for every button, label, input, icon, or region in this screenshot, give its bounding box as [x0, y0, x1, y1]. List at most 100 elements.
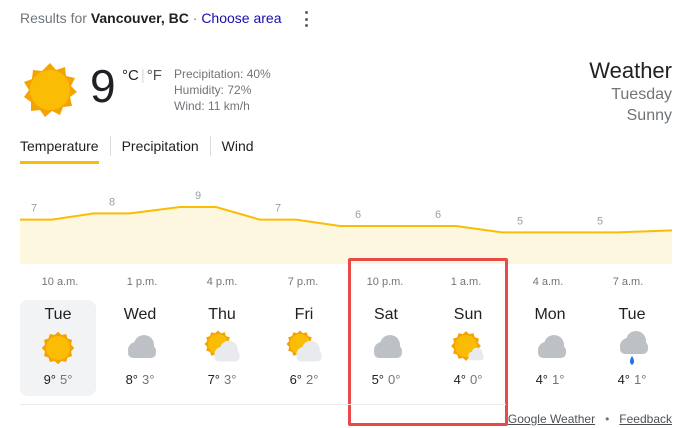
current-condition: Sunny — [626, 107, 672, 124]
feedback-link[interactable]: Feedback — [619, 412, 672, 426]
low-temp: 0° — [388, 372, 401, 387]
sun-icon — [41, 331, 75, 365]
high-temp: 4° — [535, 372, 548, 387]
celsius-unit[interactable]: °C — [122, 67, 139, 84]
hour-label: 10 a.m. — [41, 276, 79, 288]
precipitation-detail: Precipitation: 40% — [174, 67, 271, 81]
results-for-line: Results for Vancouver, BC · Choose area — [20, 10, 281, 26]
day-temps: 9° 5° — [20, 372, 96, 387]
cloud-icon — [538, 335, 566, 358]
wind-detail: Wind: 11 km/h — [174, 99, 250, 113]
day-sat[interactable]: Sat 5° 0° — [348, 300, 424, 396]
day-name: Tue — [618, 306, 646, 323]
tab-wind[interactable]: Wind — [222, 134, 254, 164]
location-name: Vancouver, BC — [90, 10, 189, 26]
high-temp: 4° — [453, 372, 466, 387]
hour-label: 7 a.m. — [612, 276, 644, 288]
mostly-sunny-icon — [451, 331, 484, 361]
chart-value-label: 7 — [31, 203, 37, 215]
day-temps: 4° 1° — [594, 372, 670, 387]
partly-cloudy-icon — [204, 330, 240, 362]
day-fri[interactable]: Fri 6° 2° — [266, 300, 342, 396]
temperature-chart[interactable]: 7 8 9 7 6 6 5 5 — [0, 178, 680, 268]
chart-value-label: 6 — [355, 209, 361, 221]
chart-value-label: 5 — [597, 215, 603, 227]
day-temps: 5° 0° — [348, 372, 424, 387]
chart-value-label: 8 — [109, 196, 115, 208]
divider — [20, 404, 506, 405]
humidity-detail: Humidity: 72% — [174, 83, 252, 97]
low-temp: 5° — [60, 372, 73, 387]
hour-label: 10 p.m. — [366, 276, 404, 288]
day-name: Thu — [208, 306, 236, 323]
day-temps: 6° 2° — [266, 372, 342, 387]
low-temp: 1° — [552, 372, 565, 387]
high-temp: 4° — [617, 372, 630, 387]
hour-label: 7 p.m. — [287, 276, 319, 288]
weather-summary: Weather Tuesday Sunny — [589, 58, 672, 126]
results-prefix: Results for — [20, 10, 87, 26]
hour-labels: 10 a.m. 1 p.m. 4 p.m. 7 p.m. 10 p.m. 1 a.m. 4 … — [0, 276, 680, 292]
footer: Google Weather • Feedback — [508, 412, 672, 426]
high-temp: 7° — [207, 372, 220, 387]
day-temps: 8° 3° — [102, 372, 178, 387]
tab-divider — [109, 136, 111, 156]
weather-details: Precipitation: 40% Humidity: 72% Wind: 1… — [174, 66, 271, 114]
choose-area-link[interactable]: Choose area — [201, 10, 281, 26]
tab-precipitation[interactable]: Precipitation — [122, 134, 199, 164]
day-thu[interactable]: Thu 7° 3° — [184, 300, 260, 396]
high-temp: 9° — [43, 372, 56, 387]
chart-value-label: 7 — [275, 203, 281, 215]
day-mon[interactable]: Mon 4° 1° — [512, 300, 588, 396]
day-temps: 4° 0° — [430, 372, 506, 387]
temperature-chart-svg: 7 8 9 7 6 6 5 5 — [20, 190, 673, 264]
current-day: Tuesday — [611, 86, 672, 103]
day-temps: 4° 1° — [512, 372, 588, 387]
partly-cloudy-icon — [286, 330, 322, 362]
day-tue[interactable]: Tue 9° 5° — [20, 300, 96, 396]
day-temps: 7° 3° — [184, 372, 260, 387]
day-tue[interactable]: Tue 4° 1° — [594, 300, 670, 396]
google-weather-link[interactable]: Google Weather — [508, 412, 595, 426]
chart-value-label: 5 — [517, 215, 523, 227]
cloud-icon — [128, 335, 156, 358]
more-options-icon[interactable] — [300, 10, 312, 28]
chart-area — [20, 207, 672, 264]
high-temp: 5° — [371, 372, 384, 387]
hour-label: 4 a.m. — [532, 276, 564, 288]
low-temp: 0° — [470, 372, 483, 387]
low-temp: 2° — [306, 372, 319, 387]
day-name: Fri — [294, 306, 314, 323]
tab-divider — [209, 136, 211, 156]
low-temp: 3° — [142, 372, 155, 387]
high-temp: 8° — [125, 372, 138, 387]
day-name: Mon — [534, 306, 566, 323]
day-name: Wed — [123, 306, 157, 323]
unit-toggle: °C | °F — [122, 67, 162, 84]
footer-separator: • — [605, 412, 610, 426]
day-name: Sun — [453, 306, 483, 323]
day-sun[interactable]: Sun 4° 0° — [430, 300, 506, 396]
header-separator: · — [192, 10, 198, 26]
tab-temperature[interactable]: Temperature — [20, 134, 99, 164]
unit-separator: | — [140, 67, 145, 84]
day-name: Sat — [373, 306, 398, 323]
fahrenheit-unit[interactable]: °F — [147, 67, 162, 84]
chart-value-label: 9 — [195, 190, 201, 202]
cloud-icon — [374, 335, 402, 358]
low-temp: 1° — [634, 372, 647, 387]
sun-icon — [20, 60, 80, 120]
rain-icon — [620, 331, 648, 365]
day-name: Tue — [44, 306, 72, 323]
hour-label: 4 p.m. — [206, 276, 238, 288]
hour-label: 1 p.m. — [126, 276, 158, 288]
chart-value-label: 6 — [435, 209, 441, 221]
high-temp: 6° — [289, 372, 302, 387]
daily-forecast: Tue 9° 5° Wed 8° 3° Thu 7° 3° Fri 6° 2° Sat 5° 0° Sun 4°… — [18, 300, 678, 396]
hour-label: 1 a.m. — [450, 276, 482, 288]
low-temp: 3° — [224, 372, 237, 387]
current-temperature: 9 — [90, 60, 116, 112]
chart-tabs: Temperature Precipitation Wind — [20, 134, 254, 164]
day-wed[interactable]: Wed 8° 3° — [102, 300, 178, 396]
weather-title: Weather — [589, 58, 672, 83]
